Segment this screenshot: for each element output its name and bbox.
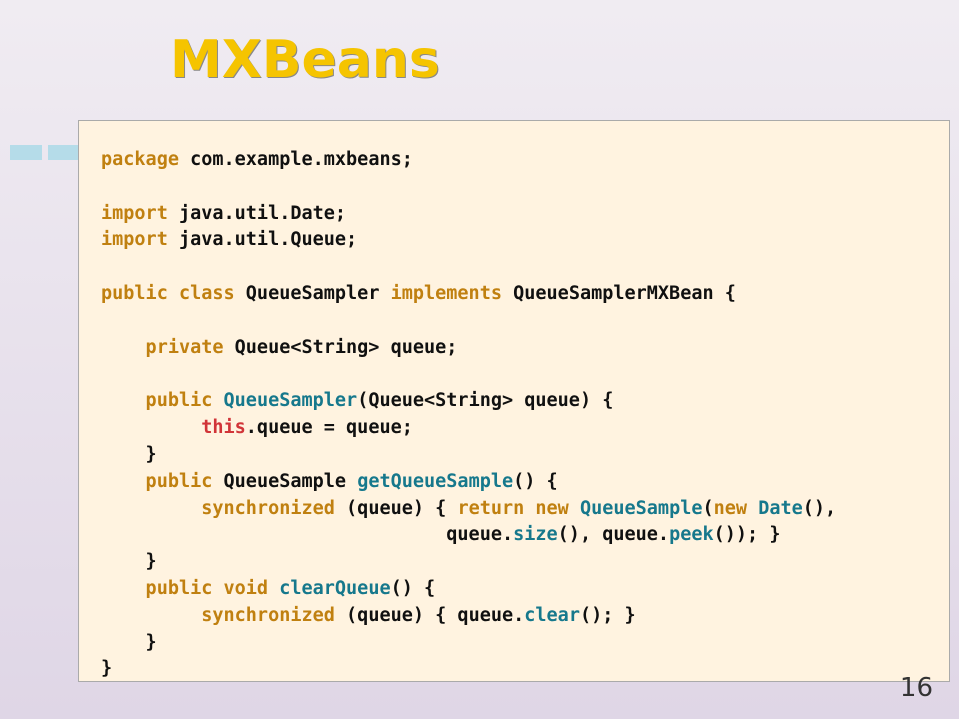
code-text: (queue) {: [346, 498, 457, 519]
code-text: }: [101, 658, 112, 679]
code-text: (Queue<String> queue) {: [357, 390, 613, 411]
code-text: (queue) { queue.: [346, 605, 524, 626]
keyword-package: package: [101, 149, 190, 170]
keyword-public-void: public void: [101, 578, 279, 599]
keyword-synchronized: synchronized: [101, 605, 346, 626]
page-number: 16: [900, 673, 933, 703]
keyword-import: import: [101, 229, 179, 250]
keyword-new: new: [714, 498, 759, 519]
code-text: .queue = queue;: [246, 417, 413, 438]
code-text: }: [101, 632, 157, 653]
method-name: QueueSampler: [224, 390, 358, 411]
keyword-this: this: [101, 417, 246, 438]
code-text: }: [101, 551, 157, 572]
keyword-implements: implements: [391, 283, 514, 304]
code-text: (); }: [580, 605, 636, 626]
keyword-public: public: [101, 390, 224, 411]
keyword-private: private: [101, 337, 235, 358]
code-text: () {: [513, 471, 558, 492]
code-text: () {: [391, 578, 436, 599]
keyword-import: import: [101, 203, 179, 224]
code-text: queue.: [101, 524, 513, 545]
code-text: Queue<String> queue;: [235, 337, 458, 358]
code-text: java.util.Date;: [179, 203, 346, 224]
code-text: (),: [803, 498, 836, 519]
code-text: com.example.mxbeans;: [190, 149, 413, 170]
keyword-public: public: [101, 471, 224, 492]
code-text: }: [101, 444, 157, 465]
code-text: (), queue.: [558, 524, 669, 545]
method-name: Date: [758, 498, 803, 519]
decorative-bars: [0, 0, 80, 719]
code-text: (: [703, 498, 714, 519]
code-text: QueueSampler: [246, 283, 391, 304]
keyword-return-new: return new: [457, 498, 580, 519]
method-name: getQueueSample: [357, 471, 513, 492]
code-block: package com.example.mxbeans; import java…: [101, 147, 836, 683]
code-text: java.util.Queue;: [179, 229, 357, 250]
method-name: clear: [524, 605, 580, 626]
code-text: QueueSamplerMXBean {: [513, 283, 736, 304]
method-name: size: [513, 524, 558, 545]
method-name: QueueSample: [580, 498, 703, 519]
code-text: QueueSample: [224, 471, 358, 492]
method-name: clearQueue: [279, 578, 390, 599]
method-name: peek: [669, 524, 714, 545]
keyword-synchronized: synchronized: [101, 498, 346, 519]
code-text: ()); }: [714, 524, 781, 545]
keyword-public-class: public class: [101, 283, 246, 304]
code-content-box: package com.example.mxbeans; import java…: [78, 120, 950, 682]
slide-title: MXBeans: [170, 30, 440, 90]
